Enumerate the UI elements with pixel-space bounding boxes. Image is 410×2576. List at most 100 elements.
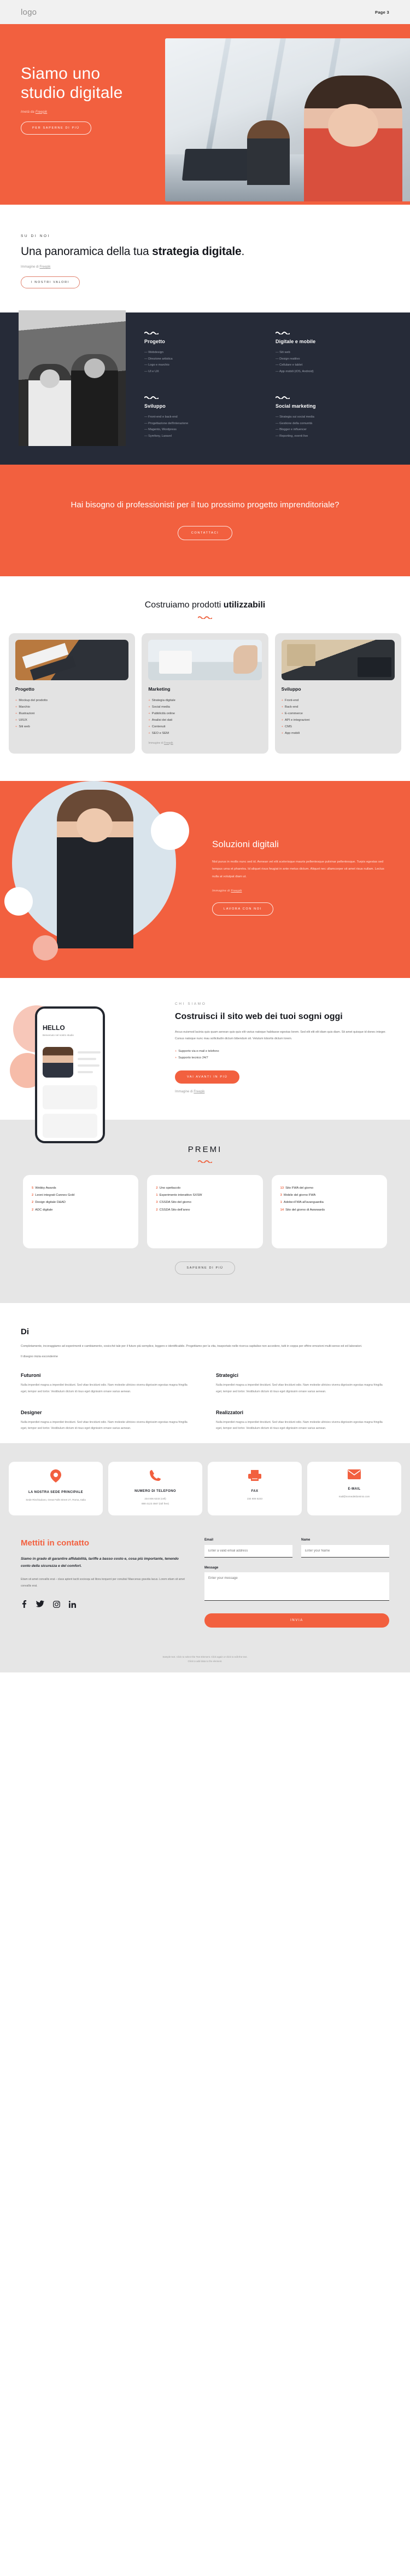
award-list-item: 13 Sito FWA del giorno bbox=[280, 1186, 314, 1190]
services-grid: Progetto — Webdesign — Direzione artistica… bbox=[126, 329, 390, 446]
info-card-text: mail@nomedeldominio.com bbox=[338, 1495, 370, 1498]
award-count: 2 bbox=[32, 1201, 34, 1205]
about2-credit-link[interactable]: Freepik bbox=[194, 1090, 204, 1093]
plus-icon: + bbox=[175, 1056, 177, 1060]
submit-button[interactable]: Invia bbox=[204, 1613, 389, 1628]
product-card[interactable]: Progetto + Mockup del prodotto + Marchio + Ill… bbox=[9, 633, 136, 754]
di-item-body: Nulla imperdiet magna a imperdiet tincid… bbox=[216, 1420, 383, 1431]
hero-title: Siamo uno studio digitale bbox=[21, 65, 123, 102]
award-card: 2 Uno spettacolo 1 Esperimento interattivo … bbox=[147, 1174, 263, 1248]
solutions-title: Soluzioni digitali bbox=[212, 838, 279, 849]
di-item: Futuroni Nulla imperdiet magna a imperdie… bbox=[21, 1373, 194, 1395]
product-card[interactable]: Marketing + Strategia digitale + Social medi… bbox=[142, 633, 268, 754]
plus-icon: + bbox=[15, 725, 17, 729]
service-title: Sviluppo bbox=[144, 403, 166, 409]
award-count: 2 bbox=[156, 1208, 158, 1212]
product-card-title: Sviluppo bbox=[281, 686, 301, 692]
di-item-body: Nulla imperdiet magna a imperdiet tincid… bbox=[21, 1383, 188, 1393]
facebook-icon[interactable] bbox=[21, 1600, 27, 1608]
about2-cta-button[interactable]: Vai avanti in più bbox=[175, 1070, 240, 1084]
about-cta-button[interactable]: I nostri valori bbox=[21, 276, 80, 289]
plus-icon: + bbox=[15, 705, 17, 709]
info-card-title: E-MAIL bbox=[348, 1487, 361, 1491]
services-section: Progetto — Webdesign — Direzione artistica… bbox=[0, 310, 410, 465]
phone-line-2 bbox=[78, 1057, 96, 1060]
awards-section: PREMI 5 Webby Awards 2 Leoni integrati Cann… bbox=[0, 1119, 410, 1303]
about2-body: Arcus euismod lacinia quis quam aenean q… bbox=[175, 1031, 386, 1041]
solutions-dot-white-large bbox=[151, 811, 189, 850]
product-cards: Progetto + Mockup del prodotto + Marchio + Ill… bbox=[0, 633, 410, 754]
product-card-list-item: + E-commerce bbox=[281, 711, 303, 715]
services-image-person-right bbox=[71, 354, 118, 447]
solutions-dot-pink bbox=[33, 935, 58, 960]
twitter-icon[interactable] bbox=[36, 1600, 44, 1608]
products-section: Costruiamo prodotti utilizzabili Progett… bbox=[0, 576, 410, 781]
cta-band: Hai bisogno di professionisti per il tuo… bbox=[0, 465, 410, 576]
di-item-title: Realizzatori bbox=[216, 1409, 244, 1415]
info-card-title: FAX bbox=[251, 1490, 259, 1493]
envelope-icon bbox=[312, 1469, 397, 1482]
info-card-text: 234 806 6233 (cell) 888 4123 4567 (toll f… bbox=[141, 1497, 169, 1505]
service-title: Progetto bbox=[144, 339, 165, 345]
service-list-item: — Progettazione dell'interazione bbox=[144, 421, 189, 425]
phone-line-4 bbox=[78, 1070, 93, 1073]
hero-credit-link[interactable]: Freepik bbox=[36, 111, 47, 114]
site-logo[interactable]: logo bbox=[21, 8, 37, 17]
product-card[interactable]: Sviluppo + Front-end + Back-end + E-commerce + A… bbox=[274, 633, 401, 754]
message-input[interactable] bbox=[204, 1572, 389, 1601]
about-credit-link[interactable]: Freepik bbox=[39, 265, 50, 269]
info-card: FAX 234 806 6233 bbox=[208, 1462, 302, 1515]
solutions-credit-link[interactable]: Freepik bbox=[231, 889, 242, 893]
about-title-dot: . bbox=[241, 245, 245, 258]
services-image-person-left bbox=[28, 364, 71, 447]
email-input[interactable] bbox=[204, 1544, 292, 1558]
service-list-item: — Gestione della comunità bbox=[276, 421, 313, 425]
wave-divider-icon bbox=[198, 616, 212, 619]
hero-credit-prefix: Imetà da bbox=[21, 110, 36, 114]
di-title: Di bbox=[21, 1327, 29, 1336]
info-card: NUMERO DI TELEFONO 234 806 6233 (cell) 888… bbox=[108, 1462, 202, 1515]
product-card-list: + Mockup del prodotto + Marchio + Illustrazio… bbox=[15, 697, 128, 731]
name-input[interactable] bbox=[301, 1544, 389, 1558]
product-card-list-item: + Analisi dei dati bbox=[148, 719, 173, 722]
product-card-list-item: + Strategia digitale bbox=[148, 698, 175, 702]
service-block: Sviluppo — Front-end e back-end — Progetta… bbox=[144, 396, 259, 446]
hero-section: Siamo uno studio digitale Imetà da Freep… bbox=[0, 24, 410, 205]
product-card-list-item: + Siti web bbox=[15, 725, 30, 729]
product-card-list-item: + App mobili bbox=[281, 732, 300, 736]
award-list-item: 14 Sito del giorno di Awwwards bbox=[280, 1208, 325, 1212]
solutions-cta-button[interactable]: Lavora con noi bbox=[212, 902, 273, 916]
product-card-image bbox=[281, 639, 395, 680]
product-card-list-item: + CMS bbox=[281, 725, 292, 729]
contact-section: Mettiti in contatto Siamo in grado di ga… bbox=[0, 1521, 410, 1649]
linkedin-icon[interactable] bbox=[69, 1600, 76, 1608]
plus-icon: + bbox=[281, 732, 284, 736]
about-image-credit: Immagine di Freepik bbox=[21, 265, 389, 269]
award-count: 5 bbox=[32, 1186, 34, 1190]
solutions-body: Nisl purus in mollis nunc sed id. Aenean… bbox=[212, 860, 384, 878]
product-card-list-item: + Back-end bbox=[281, 705, 298, 709]
plus-icon: + bbox=[15, 719, 17, 722]
service-list: — Webdesign — Direzione artistica — Logo e… bbox=[144, 350, 259, 375]
hero-cta-button[interactable]: Per saperne di più bbox=[21, 121, 91, 135]
contact-info-cards: LA NOSTRA SEDE PRINCIPALE Sede Rinchiudun… bbox=[0, 1443, 410, 1522]
footer-line-1: Sample text. Click to select the Text El… bbox=[162, 1655, 248, 1658]
service-block: Digitale e mobile — Siti web — Design reat… bbox=[276, 331, 390, 381]
wave-divider-icon bbox=[276, 396, 290, 400]
hero-image-credit: Imetà da Freepik bbox=[21, 111, 389, 114]
awards-cta-button[interactable]: Saperne di più bbox=[175, 1261, 235, 1275]
instagram-icon[interactable] bbox=[53, 1600, 60, 1608]
award-count: 13 bbox=[280, 1186, 284, 1190]
about-eyebrow: Su di noi bbox=[21, 234, 51, 238]
product-card-credit-link[interactable]: Freepik bbox=[164, 742, 173, 745]
service-list: — Siti web — Design reattivo — Cellulare e… bbox=[276, 350, 390, 375]
cta-band-button[interactable]: Contattaci bbox=[177, 525, 233, 540]
solutions-section: Soluzioni digitali Nisl purus in mollis … bbox=[0, 780, 410, 978]
hero-image-laptop bbox=[181, 149, 251, 181]
award-list: 13 Sito FWA del giorno 3 Mobile del giorno … bbox=[280, 1185, 378, 1214]
service-list-item: — Logo e marchio bbox=[144, 363, 169, 367]
award-list-item: 1 Adobe+FWA all'avanguardia bbox=[280, 1201, 324, 1205]
award-list-item: 3 Mobile del giorno FWA bbox=[280, 1194, 316, 1197]
plus-icon: + bbox=[15, 698, 17, 702]
awards-title: PREMI bbox=[188, 1144, 222, 1154]
